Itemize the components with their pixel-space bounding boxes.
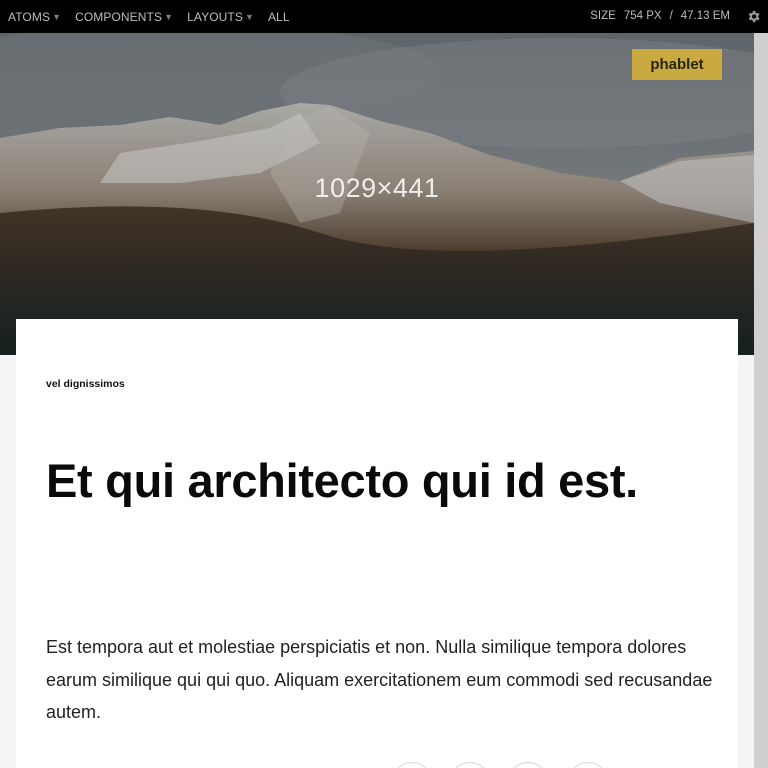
nav-all[interactable]: ALL (268, 10, 290, 24)
size-px-field[interactable]: 754 PX (624, 10, 662, 22)
article-eyebrow: vel dignissimos (46, 378, 125, 390)
nav-atoms[interactable]: ATOMS ▼ (8, 10, 61, 24)
gear-icon[interactable] (746, 9, 761, 24)
share-button[interactable] (568, 762, 608, 768)
nav-all-label: ALL (267, 10, 290, 24)
top-toolbar: ATOMS ▼ COMPONENTS ▼ LAYOUTS ▼ ALL SIZE … (0, 0, 768, 33)
share-button[interactable] (508, 762, 548, 768)
breakpoint-badge[interactable]: phablet (632, 49, 722, 80)
nav-components-label: COMPONENTS (75, 10, 163, 24)
hero-image: 1029×441 phablet (0, 33, 754, 355)
share-button[interactable] (450, 762, 490, 768)
size-em-field[interactable]: 47.13 EM (681, 10, 730, 22)
nav-layouts-label: LAYOUTS (187, 10, 243, 24)
size-separator: / (669, 10, 673, 22)
article-headline: Et qui architecto qui id est. (46, 454, 638, 507)
pattern-viewport: 1029×441 phablet vel dignissimos Et qui … (0, 33, 754, 768)
share-button[interactable] (392, 762, 432, 768)
size-label: SIZE (590, 10, 616, 22)
article-card: vel dignissimos Et qui architecto qui id… (16, 319, 738, 768)
nav-components[interactable]: COMPONENTS ▼ (75, 10, 173, 24)
nav-atoms-label: ATOMS (8, 10, 51, 24)
viewport-resize-handle[interactable] (754, 33, 768, 768)
viewport-size-readout: SIZE 754 PX / 47.13 EM (590, 10, 730, 22)
chevron-down-icon: ▼ (164, 12, 174, 22)
nav-layouts[interactable]: LAYOUTS ▼ (187, 10, 254, 24)
image-dimensions-label: 1029×441 (314, 173, 440, 203)
pattern-nav: ATOMS ▼ COMPONENTS ▼ LAYOUTS ▼ ALL (8, 10, 290, 24)
article-body: Est tempora aut et molestiae perspiciati… (46, 637, 713, 722)
chevron-down-icon: ▼ (244, 12, 254, 22)
chevron-down-icon: ▼ (52, 12, 62, 22)
